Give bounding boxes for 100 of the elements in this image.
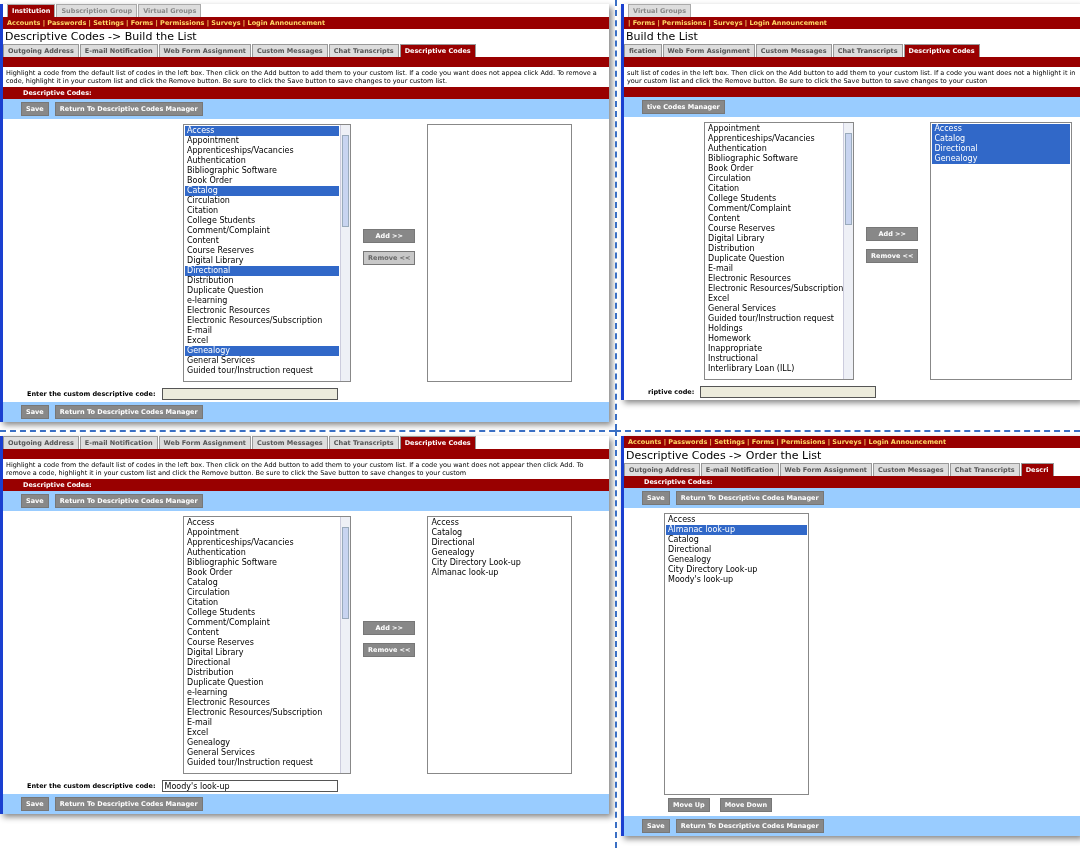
- list-item[interactable]: Apprenticeships/Vacancies: [706, 134, 842, 144]
- list-item[interactable]: Directional: [932, 144, 1070, 154]
- list-item[interactable]: Electronic Resources/Subscription: [185, 708, 339, 718]
- list-item[interactable]: Book Order: [185, 176, 339, 186]
- list-item[interactable]: Directional: [185, 266, 339, 276]
- list-item[interactable]: Electronic Resources/Subscription: [185, 316, 339, 326]
- list-box[interactable]: Access Catalog Directional Genealogy: [930, 122, 1072, 380]
- list-item[interactable]: Course Reserves: [706, 224, 842, 234]
- list-item[interactable]: Content: [185, 628, 339, 638]
- input-field[interactable]: Moody's look-up: [161, 780, 338, 792]
- list-item[interactable]: General Services: [185, 356, 339, 366]
- list-item[interactable]: Genealogy: [666, 555, 807, 565]
- list-box[interactable]: [183, 516, 351, 774]
- list-item[interactable]: E-mail: [706, 264, 842, 274]
- list-item[interactable]: Comment/Complaint: [185, 226, 339, 236]
- list-item[interactable]: Electronic Resources: [706, 274, 842, 284]
- list-item[interactable]: Distribution: [706, 244, 842, 254]
- list-item[interactable]: e-learning: [185, 296, 339, 306]
- list-item[interactable]: E-mail: [185, 326, 339, 336]
- list-item[interactable]: Catalog: [429, 528, 571, 538]
- list-box[interactable]: [704, 122, 854, 380]
- list-item[interactable]: General Services: [185, 748, 339, 758]
- list-item[interactable]: Electronic Resources: [185, 306, 339, 316]
- list-item[interactable]: Access: [185, 518, 339, 528]
- list-item[interactable]: Bibliographic Software: [706, 154, 842, 164]
- list-item[interactable]: Instructional: [706, 354, 842, 364]
- list-item[interactable]: City Directory Look-up: [666, 565, 807, 575]
- list-item[interactable]: Apprenticeships/Vacancies: [185, 146, 339, 156]
- list-item[interactable]: Guided tour/Instruction request: [706, 314, 842, 324]
- list-item[interactable]: Moody's look-up: [666, 575, 807, 585]
- list-item[interactable]: Circulation: [185, 588, 339, 598]
- list-box[interactable]: Access Catalog Directional Genealogy City Directory Look-up Almanac look-up: [427, 516, 573, 774]
- list-item[interactable]: Content: [185, 236, 339, 246]
- list-item[interactable]: Authentication: [706, 144, 842, 154]
- list-item[interactable]: Excel: [185, 728, 339, 738]
- list-item[interactable]: Genealogy: [429, 548, 571, 558]
- list-item[interactable]: Course Reserves: [185, 638, 339, 648]
- list-item[interactable]: Digital Library: [185, 648, 339, 658]
- list-item[interactable]: College Students: [185, 216, 339, 226]
- list-item[interactable]: Content: [706, 214, 842, 224]
- list-item[interactable]: Authentication: [185, 548, 339, 558]
- list-item[interactable]: Authentication: [185, 156, 339, 166]
- list-item[interactable]: College Students: [706, 194, 842, 204]
- list-item[interactable]: Genealogy: [185, 346, 339, 356]
- list-item[interactable]: Directional: [429, 538, 571, 548]
- input-field[interactable]: [161, 388, 338, 400]
- list-item[interactable]: Interlibrary Loan (ILL): [706, 364, 842, 374]
- list-item[interactable]: Bibliographic Software: [185, 166, 339, 176]
- list-item[interactable]: Directional: [185, 658, 339, 668]
- list-item[interactable]: Comment/Complaint: [706, 204, 842, 214]
- list-item[interactable]: City Directory Look-up: [429, 558, 571, 568]
- list-item[interactable]: Distribution: [185, 668, 339, 678]
- list-item[interactable]: Duplicate Question: [185, 678, 339, 688]
- list-item[interactable]: Catalog: [666, 535, 807, 545]
- list-item[interactable]: Directional: [666, 545, 807, 555]
- list-item[interactable]: Comment/Complaint: [185, 618, 339, 628]
- list-item[interactable]: Access: [932, 124, 1070, 134]
- list-item[interactable]: Citation: [706, 184, 842, 194]
- list-box[interactable]: Access Almanac look-up Catalog Directional Genealogy City Directory Look-up Moody's look-up: [664, 513, 809, 795]
- list-item[interactable]: Almanac look-up: [429, 568, 571, 578]
- list-item[interactable]: Course Reserves: [185, 246, 339, 256]
- list-item[interactable]: Circulation: [706, 174, 842, 184]
- list-item[interactable]: E-mail: [185, 718, 339, 728]
- list-item[interactable]: Inappropriate: [706, 344, 842, 354]
- list-item[interactable]: Genealogy: [185, 738, 339, 748]
- list-item[interactable]: Catalog: [932, 134, 1070, 144]
- list-item[interactable]: Guided tour/Instruction request: [185, 758, 339, 768]
- list-item[interactable]: Homework: [706, 334, 842, 344]
- list-item[interactable]: General Services: [706, 304, 842, 314]
- list-item[interactable]: Apprenticeships/Vacancies: [185, 538, 339, 548]
- scrollbar[interactable]: [340, 517, 350, 773]
- list-item[interactable]: Excel: [185, 336, 339, 346]
- list-item[interactable]: Circulation: [185, 196, 339, 206]
- list-item[interactable]: Holdings: [706, 324, 842, 334]
- list-item[interactable]: Duplicate Question: [185, 286, 339, 296]
- list-item[interactable]: Access: [429, 518, 571, 528]
- list-item[interactable]: Access: [666, 515, 807, 525]
- list-item[interactable]: Catalog: [185, 186, 339, 196]
- list-item[interactable]: Digital Library: [706, 234, 842, 244]
- list-item[interactable]: Appointment: [185, 528, 339, 538]
- input-field[interactable]: [700, 386, 877, 398]
- list-item[interactable]: Book Order: [185, 568, 339, 578]
- list-item[interactable]: Guided tour/Instruction request: [185, 366, 339, 376]
- list-item[interactable]: Digital Library: [185, 256, 339, 266]
- list-item[interactable]: Book Order: [706, 164, 842, 174]
- list-item[interactable]: e-learning: [185, 688, 339, 698]
- scrollbar[interactable]: [843, 123, 853, 379]
- list-item[interactable]: Citation: [185, 598, 339, 608]
- list-item[interactable]: Citation: [185, 206, 339, 216]
- list-item[interactable]: College Students: [185, 608, 339, 618]
- list-item[interactable]: Bibliographic Software: [185, 558, 339, 568]
- list-item[interactable]: Appointment: [706, 124, 842, 134]
- list-item[interactable]: Appointment: [185, 136, 339, 146]
- list-item[interactable]: Genealogy: [932, 154, 1070, 164]
- list-item[interactable]: Distribution: [185, 276, 339, 286]
- list-item[interactable]: Catalog: [185, 578, 339, 588]
- list-item[interactable]: Electronic Resources/Subscription: [706, 284, 842, 294]
- list-item[interactable]: Duplicate Question: [706, 254, 842, 264]
- scrollbar[interactable]: [340, 125, 350, 381]
- list-box[interactable]: [183, 124, 351, 382]
